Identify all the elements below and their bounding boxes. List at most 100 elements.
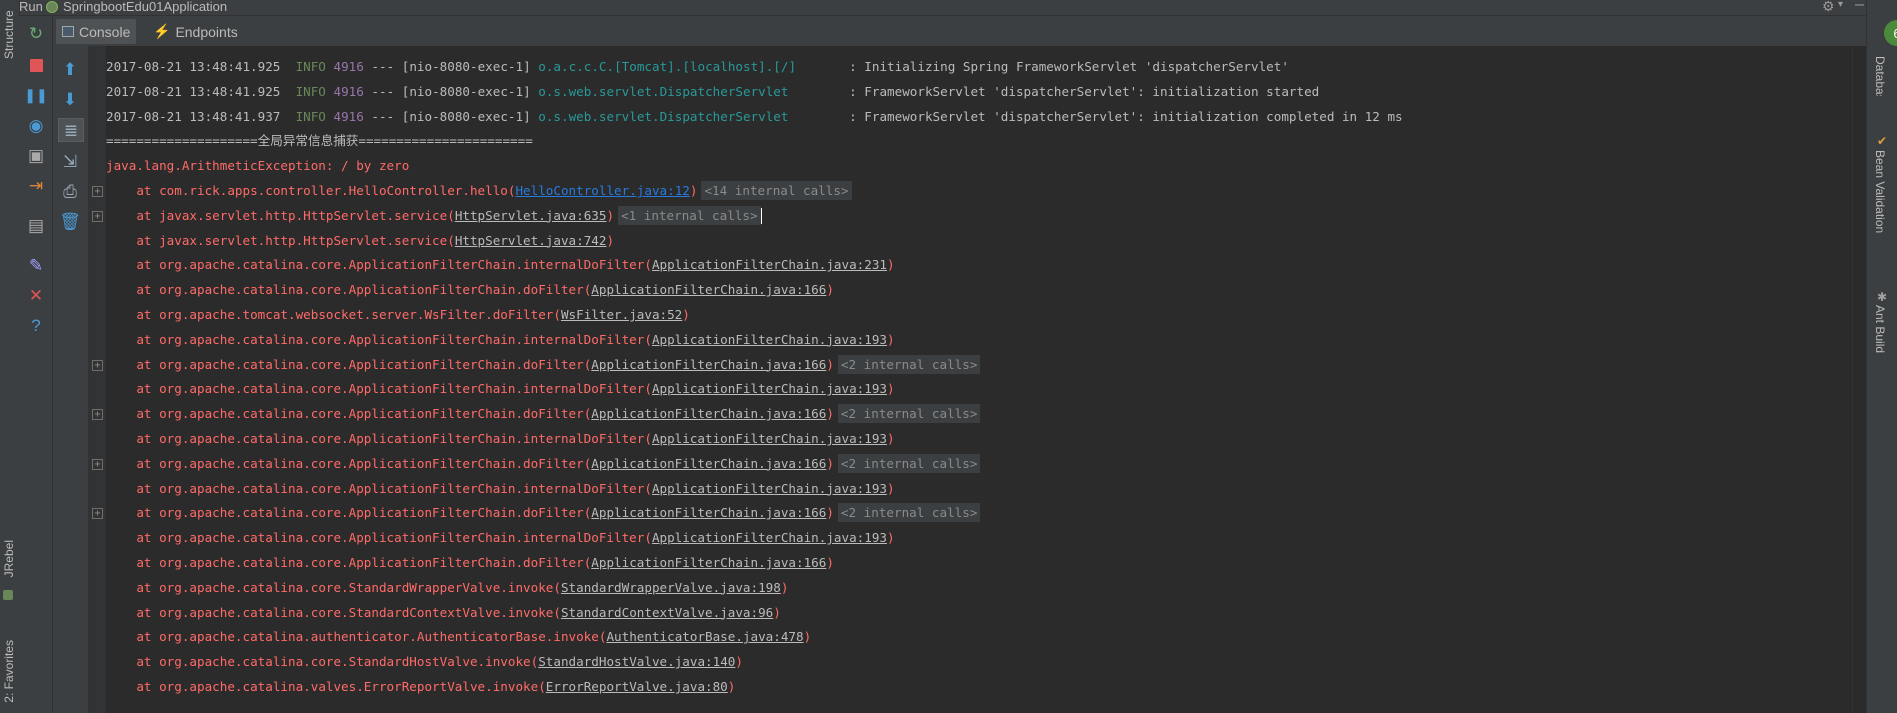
stack-method: at org.apache.catalina.core.ApplicationF…	[136, 356, 584, 372]
stack-frame: at org.apache.catalina.core.StandardCont…	[136, 604, 781, 620]
log-separator: ---	[363, 108, 402, 124]
source-link[interactable]: AuthenticatorBase.java:478	[606, 629, 803, 644]
bean-validation-tab[interactable]: Bean Validation	[1873, 150, 1887, 233]
stack-method: at javax.servlet.http.HttpServlet.servic…	[136, 232, 448, 248]
expand-fold-button[interactable]: +	[92, 186, 103, 197]
stack-frame: at org.apache.catalina.core.ApplicationF…	[106, 354, 981, 376]
stack-method: at org.apache.tomcat.websocket.server.Ws…	[136, 307, 554, 322]
pause-icon[interactable]: ❚❚	[24, 84, 48, 106]
log-thread: [nio-8080-exec-1]	[401, 59, 531, 74]
source-link[interactable]: WsFilter.java:52	[561, 307, 682, 322]
source-link[interactable]: ApplicationFilterChain.java:193	[652, 431, 887, 446]
log-message: : FrameworkServlet 'dispatcherServlet': …	[841, 83, 1320, 99]
source-link[interactable]: ApplicationFilterChain.java:166	[591, 406, 826, 421]
source-link[interactable]: ApplicationFilterChain.java:166	[591, 555, 826, 570]
source-link[interactable]: ApplicationFilterChain.java:166	[591, 282, 826, 297]
database-tab[interactable]: Database	[1873, 56, 1887, 96]
favorites-tab[interactable]: 2: Favorites	[2, 640, 16, 703]
internal-calls-fold[interactable]: <2 internal calls>	[837, 453, 981, 473]
exit-icon[interactable]: ⇥	[24, 174, 48, 196]
chevron-down-icon[interactable]: ▾	[1838, 0, 1843, 10]
expand-fold-button[interactable]: +	[92, 458, 103, 470]
log-level: INFO	[295, 108, 326, 124]
stack-frame: at org.apache.catalina.core.ApplicationF…	[136, 282, 834, 298]
tab-endpoints[interactable]: ⚡ Endpoints	[147, 19, 244, 44]
source-link[interactable]: ErrorReportValve.java:80	[546, 679, 728, 694]
stack-method: at org.apache.catalina.core.ApplicationF…	[136, 331, 645, 347]
stack-frame: at org.apache.catalina.core.ApplicationF…	[136, 331, 895, 347]
source-link[interactable]: ApplicationFilterChain.java:193	[652, 332, 887, 347]
console-gutter	[89, 46, 106, 713]
stack-frame: at org.apache.catalina.core.StandardHost…	[136, 654, 743, 670]
expand-fold-button[interactable]: +	[92, 409, 103, 421]
internal-calls-fold[interactable]: <2 internal calls>	[837, 404, 981, 424]
help-icon[interactable]: ?	[24, 314, 48, 336]
stack-method: at org.apache.catalina.core.StandardCont…	[136, 604, 554, 620]
internal-calls-fold[interactable]: <14 internal calls>	[701, 181, 852, 200]
source-link[interactable]: ApplicationFilterChain.java:166	[591, 357, 826, 372]
log-timestamp: 2017-08-21 13:48:41.925	[106, 83, 281, 99]
stack-frame: at org.apache.catalina.core.StandardWrap…	[136, 579, 789, 595]
source-link[interactable]: StandardWrapperValve.java:198	[561, 580, 781, 595]
ant-build-tab[interactable]: Ant Build	[1873, 305, 1887, 353]
stack-method: at org.apache.catalina.core.ApplicationF…	[136, 282, 584, 298]
pin-icon[interactable]: ✎	[24, 254, 48, 276]
stack-frame: at javax.servlet.http.HttpServlet.servic…	[136, 232, 615, 248]
log-line: 2017-08-21 13:48:41.925 INFO 4916 --- [n…	[106, 81, 1319, 103]
run-toolwindow-header: Run SpringbootEdu01Application ⚙ ▾ –	[0, 0, 1897, 16]
log-thread: [nio-8080-exec-1]	[401, 108, 531, 124]
stack-method: at org.apache.catalina.core.ApplicationF…	[136, 505, 584, 521]
bean-validation-icon: ✔	[1877, 134, 1888, 148]
tab-console[interactable]: Console	[56, 19, 137, 44]
log-separator: ---	[363, 59, 402, 74]
internal-calls-fold[interactable]: <1 internal calls>	[618, 205, 761, 225]
stack-method: at javax.servlet.http.HttpServlet.servic…	[136, 207, 448, 223]
print-icon[interactable]: ⎙	[58, 180, 82, 202]
stack-frame: at org.apache.catalina.core.ApplicationF…	[106, 502, 981, 524]
dump-threads-icon[interactable]: ◉	[24, 114, 48, 136]
vertical-scrollbar[interactable]	[1852, 46, 1867, 713]
gear-icon[interactable]: ⚙	[1822, 0, 1835, 15]
source-link[interactable]: ApplicationFilterChain.java:166	[591, 505, 826, 520]
stop-icon[interactable]	[24, 54, 48, 76]
trash-icon[interactable]: 🗑	[58, 210, 82, 232]
stack-method: at org.apache.catalina.core.ApplicationF…	[136, 555, 584, 570]
source-link[interactable]: StandardHostValve.java:140	[538, 654, 735, 669]
source-link[interactable]: HelloController.java:12	[515, 183, 689, 198]
internal-calls-fold[interactable]: <2 internal calls>	[837, 354, 981, 374]
stack-method: at org.apache.catalina.core.ApplicationF…	[136, 455, 584, 471]
tab-console-label: Console	[79, 23, 131, 40]
source-link[interactable]: StandardContextValve.java:96	[561, 605, 773, 620]
rerun-icon[interactable]: ↻	[24, 22, 48, 44]
close-icon[interactable]: ✕	[24, 284, 48, 306]
source-link[interactable]: HttpServlet.java:742	[455, 233, 607, 248]
structure-tab[interactable]: Structure	[2, 4, 16, 59]
camera-icon[interactable]: ▣	[24, 144, 48, 166]
run-config-name[interactable]: SpringbootEdu01Application	[63, 0, 227, 14]
stack-frame: at org.apache.catalina.core.ApplicationF…	[136, 431, 895, 446]
down-arrow-icon[interactable]: ⬇	[58, 88, 82, 110]
expand-fold-button[interactable]: +	[92, 508, 103, 520]
scroll-to-end-icon[interactable]: ⇲	[58, 150, 82, 172]
source-link[interactable]: HttpServlet.java:635	[455, 208, 607, 223]
layout-icon[interactable]: ▤	[24, 214, 48, 236]
stack-frame: at org.apache.catalina.core.ApplicationF…	[136, 381, 895, 397]
source-link[interactable]: ApplicationFilterChain.java:166	[591, 456, 826, 471]
soft-wrap-icon[interactable]: ≣	[58, 118, 84, 142]
stack-method: at org.apache.catalina.valves.ErrorRepor…	[136, 679, 539, 694]
source-link[interactable]: ApplicationFilterChain.java:193	[652, 481, 887, 496]
up-arrow-icon[interactable]: ⬆	[58, 58, 82, 80]
expand-fold-button[interactable]: +	[92, 359, 103, 371]
expand-fold-button[interactable]: +	[92, 210, 103, 222]
jrebel-tab[interactable]: JRebel	[2, 540, 16, 577]
separator-line: ====================全局异常信息捕获============…	[106, 133, 533, 149]
source-link[interactable]: ApplicationFilterChain.java:231	[652, 257, 887, 272]
text-caret	[760, 208, 762, 225]
source-link[interactable]: ApplicationFilterChain.java:193	[652, 530, 887, 545]
stack-method: at org.apache.catalina.core.StandardWrap…	[136, 579, 554, 595]
log-level: INFO	[295, 83, 326, 99]
source-link[interactable]: ApplicationFilterChain.java:193	[652, 381, 887, 396]
stack-frame: at org.apache.tomcat.websocket.server.Ws…	[136, 307, 690, 322]
hide-panel-icon[interactable]: –	[1855, 0, 1864, 14]
internal-calls-fold[interactable]: <2 internal calls>	[837, 503, 981, 523]
